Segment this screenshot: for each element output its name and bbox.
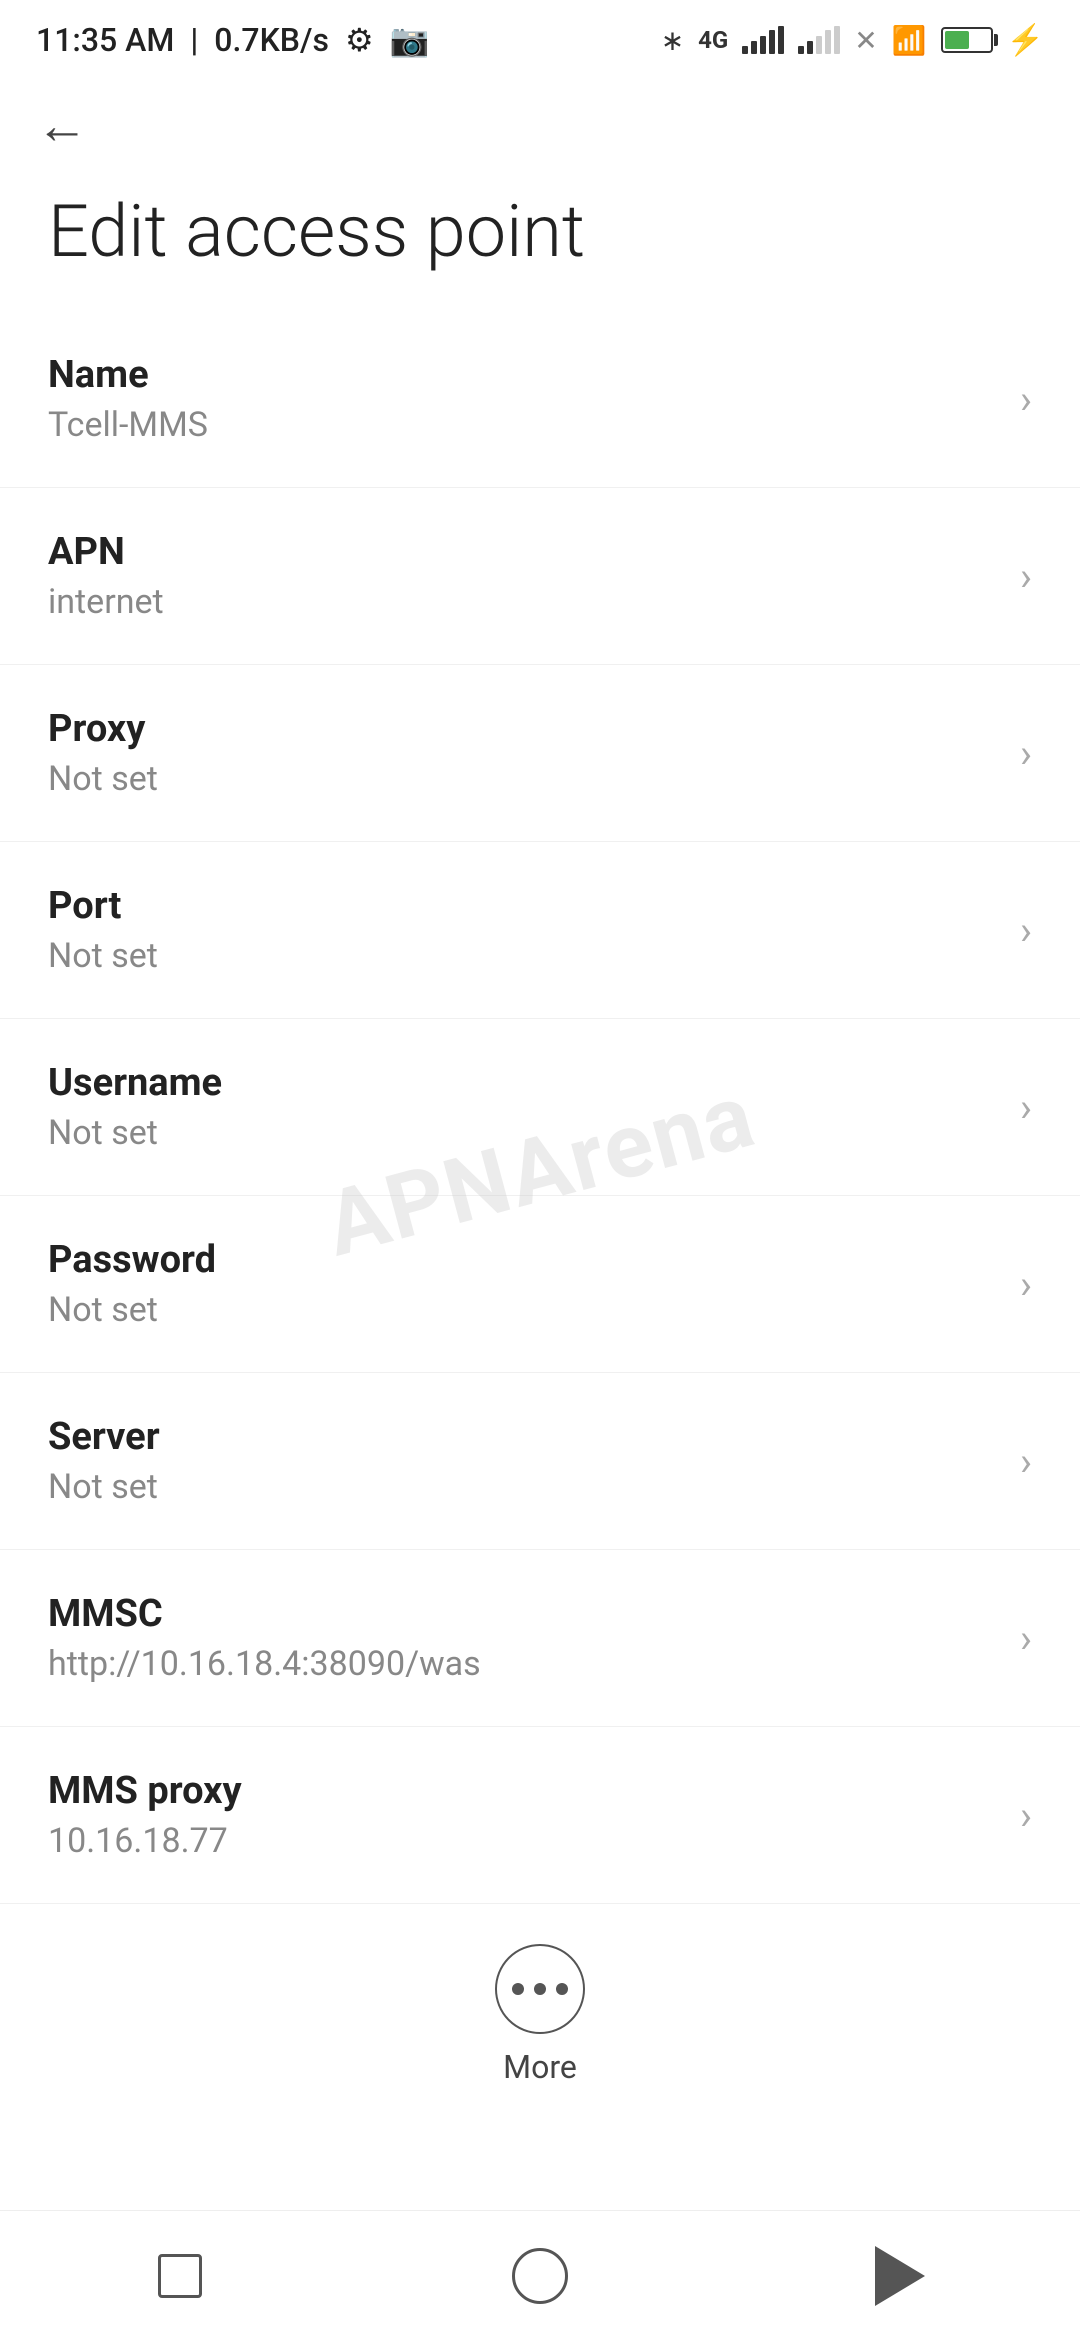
settings-item-server[interactable]: Server Not set ›	[0, 1373, 1080, 1550]
settings-item-username[interactable]: Username Not set ›	[0, 1019, 1080, 1196]
bluetooth-icon: ∗	[661, 24, 684, 57]
settings-item-apn[interactable]: APN internet ›	[0, 488, 1080, 665]
settings-item-apn-content: APN internet	[48, 530, 1000, 622]
settings-item-mms-proxy-label: MMS proxy	[48, 1769, 1000, 1813]
settings-item-name-label: Name	[48, 353, 1000, 397]
settings-item-name-value: Tcell-MMS	[48, 405, 1000, 445]
no-signal-icon: ✕	[854, 24, 877, 57]
settings-item-mmsc-label: MMSC	[48, 1592, 1000, 1636]
battery-indicator	[941, 27, 993, 53]
signal-bars-1	[742, 26, 784, 54]
settings-item-name-content: Name Tcell-MMS	[48, 353, 1000, 445]
settings-item-server-value: Not set	[48, 1467, 1000, 1507]
settings-item-username-value: Not set	[48, 1113, 1000, 1153]
time-display: 11:35 AM	[36, 21, 174, 59]
settings-item-mmsc-value: http://10.16.18.4:38090/was	[48, 1644, 1000, 1684]
more-dots-icon	[512, 1983, 568, 1995]
chevron-icon-port: ›	[1020, 907, 1032, 954]
settings-item-mms-proxy[interactable]: MMS proxy 10.16.18.77 ›	[0, 1727, 1080, 1904]
settings-item-mmsc[interactable]: MMSC http://10.16.18.4:38090/was ›	[0, 1550, 1080, 1727]
home-icon	[512, 2248, 568, 2304]
chevron-icon-mmsc: ›	[1020, 1615, 1032, 1662]
settings-item-proxy[interactable]: Proxy Not set ›	[0, 665, 1080, 842]
network-speed: 0.7KB/s	[214, 21, 329, 59]
wifi-icon: 📶	[892, 24, 927, 57]
settings-item-port-content: Port Not set	[48, 884, 1000, 976]
settings-item-mmsc-content: MMSC http://10.16.18.4:38090/was	[48, 1592, 1000, 1684]
settings-item-apn-label: APN	[48, 530, 1000, 574]
settings-item-password-value: Not set	[48, 1290, 1000, 1330]
settings-item-password-label: Password	[48, 1238, 1000, 1282]
speed-display: |	[190, 21, 198, 59]
settings-list: Name Tcell-MMS › APN internet › Proxy No…	[0, 311, 1080, 1904]
settings-item-name[interactable]: Name Tcell-MMS ›	[0, 311, 1080, 488]
settings-item-password-content: Password Not set	[48, 1238, 1000, 1330]
more-button-container: More	[0, 1904, 1080, 2116]
settings-item-port-label: Port	[48, 884, 1000, 928]
settings-item-username-label: Username	[48, 1061, 1000, 1105]
back-button[interactable]: ←	[36, 100, 88, 152]
camera-icon: 📷	[390, 21, 430, 59]
more-label: More	[503, 2048, 577, 2086]
settings-icon: ⚙	[345, 21, 374, 59]
settings-item-port[interactable]: Port Not set ›	[0, 842, 1080, 1019]
settings-item-apn-value: internet	[48, 582, 1000, 622]
more-button[interactable]	[495, 1944, 585, 2034]
charging-icon: ⚡	[1007, 23, 1044, 58]
battery-fill	[945, 31, 969, 49]
settings-item-server-content: Server Not set	[48, 1415, 1000, 1507]
settings-item-port-value: Not set	[48, 936, 1000, 976]
settings-item-proxy-value: Not set	[48, 759, 1000, 799]
settings-item-mms-proxy-value: 10.16.18.77	[48, 1821, 1000, 1861]
settings-item-proxy-content: Proxy Not set	[48, 707, 1000, 799]
settings-item-proxy-label: Proxy	[48, 707, 1000, 751]
chevron-icon-username: ›	[1020, 1084, 1032, 1131]
status-bar: 11:35 AM | 0.7KB/s ⚙ 📷 ∗ 4G ✕ �	[0, 0, 1080, 80]
signal-bars-2	[798, 26, 840, 54]
chevron-icon-proxy: ›	[1020, 730, 1032, 777]
nav-bar: ←	[0, 80, 1080, 162]
settings-item-mms-proxy-content: MMS proxy 10.16.18.77	[48, 1769, 1000, 1861]
nav-home-button[interactable]	[500, 2236, 580, 2316]
bottom-nav	[0, 2210, 1080, 2340]
chevron-icon-server: ›	[1020, 1438, 1032, 1485]
status-right: ∗ 4G ✕ 📶 ⚡	[661, 23, 1044, 58]
chevron-icon-apn: ›	[1020, 553, 1032, 600]
settings-item-username-content: Username Not set	[48, 1061, 1000, 1153]
recent-apps-icon	[158, 2254, 202, 2298]
chevron-icon-name: ›	[1020, 376, 1032, 423]
nav-back-button[interactable]	[860, 2236, 940, 2316]
chevron-icon-mms-proxy: ›	[1020, 1792, 1032, 1839]
status-left: 11:35 AM | 0.7KB/s ⚙ 📷	[36, 21, 429, 59]
settings-item-server-label: Server	[48, 1415, 1000, 1459]
back-icon	[875, 2246, 925, 2306]
page-title: Edit access point	[0, 162, 1080, 311]
nav-recent-apps-button[interactable]	[140, 2236, 220, 2316]
chevron-icon-password: ›	[1020, 1261, 1032, 1308]
settings-item-password[interactable]: Password Not set ›	[0, 1196, 1080, 1373]
network-type-icon: 4G	[698, 26, 728, 54]
